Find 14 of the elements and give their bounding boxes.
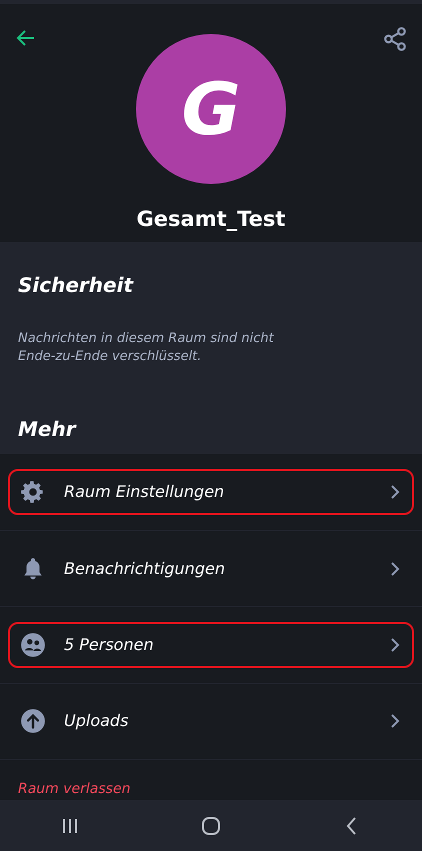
room-name: Gesamt_Test: [136, 206, 286, 233]
people-icon: [20, 632, 46, 658]
menu-item[interactable]: 5 Personen: [8, 622, 414, 668]
gear-icon: [20, 479, 46, 506]
section-title: Mehr: [18, 416, 78, 444]
menu-item[interactable]: Benachrichtigungen: [8, 546, 414, 592]
upload-icon: [20, 708, 46, 734]
menu-item[interactable]: Raum Einstellungen: [8, 469, 414, 516]
leave-room-link[interactable]: Raum verlassen: [18, 781, 130, 798]
security-text: Nachrichten in diesem Raum sind nicht Ende-zu-Ende verschlüsselt.: [18, 330, 275, 366]
section-title: Sicherheit: [18, 272, 135, 299]
avatar: G: [136, 34, 286, 184]
share-icon[interactable]: [382, 26, 408, 52]
menu-item[interactable]: Uploads: [8, 698, 414, 744]
